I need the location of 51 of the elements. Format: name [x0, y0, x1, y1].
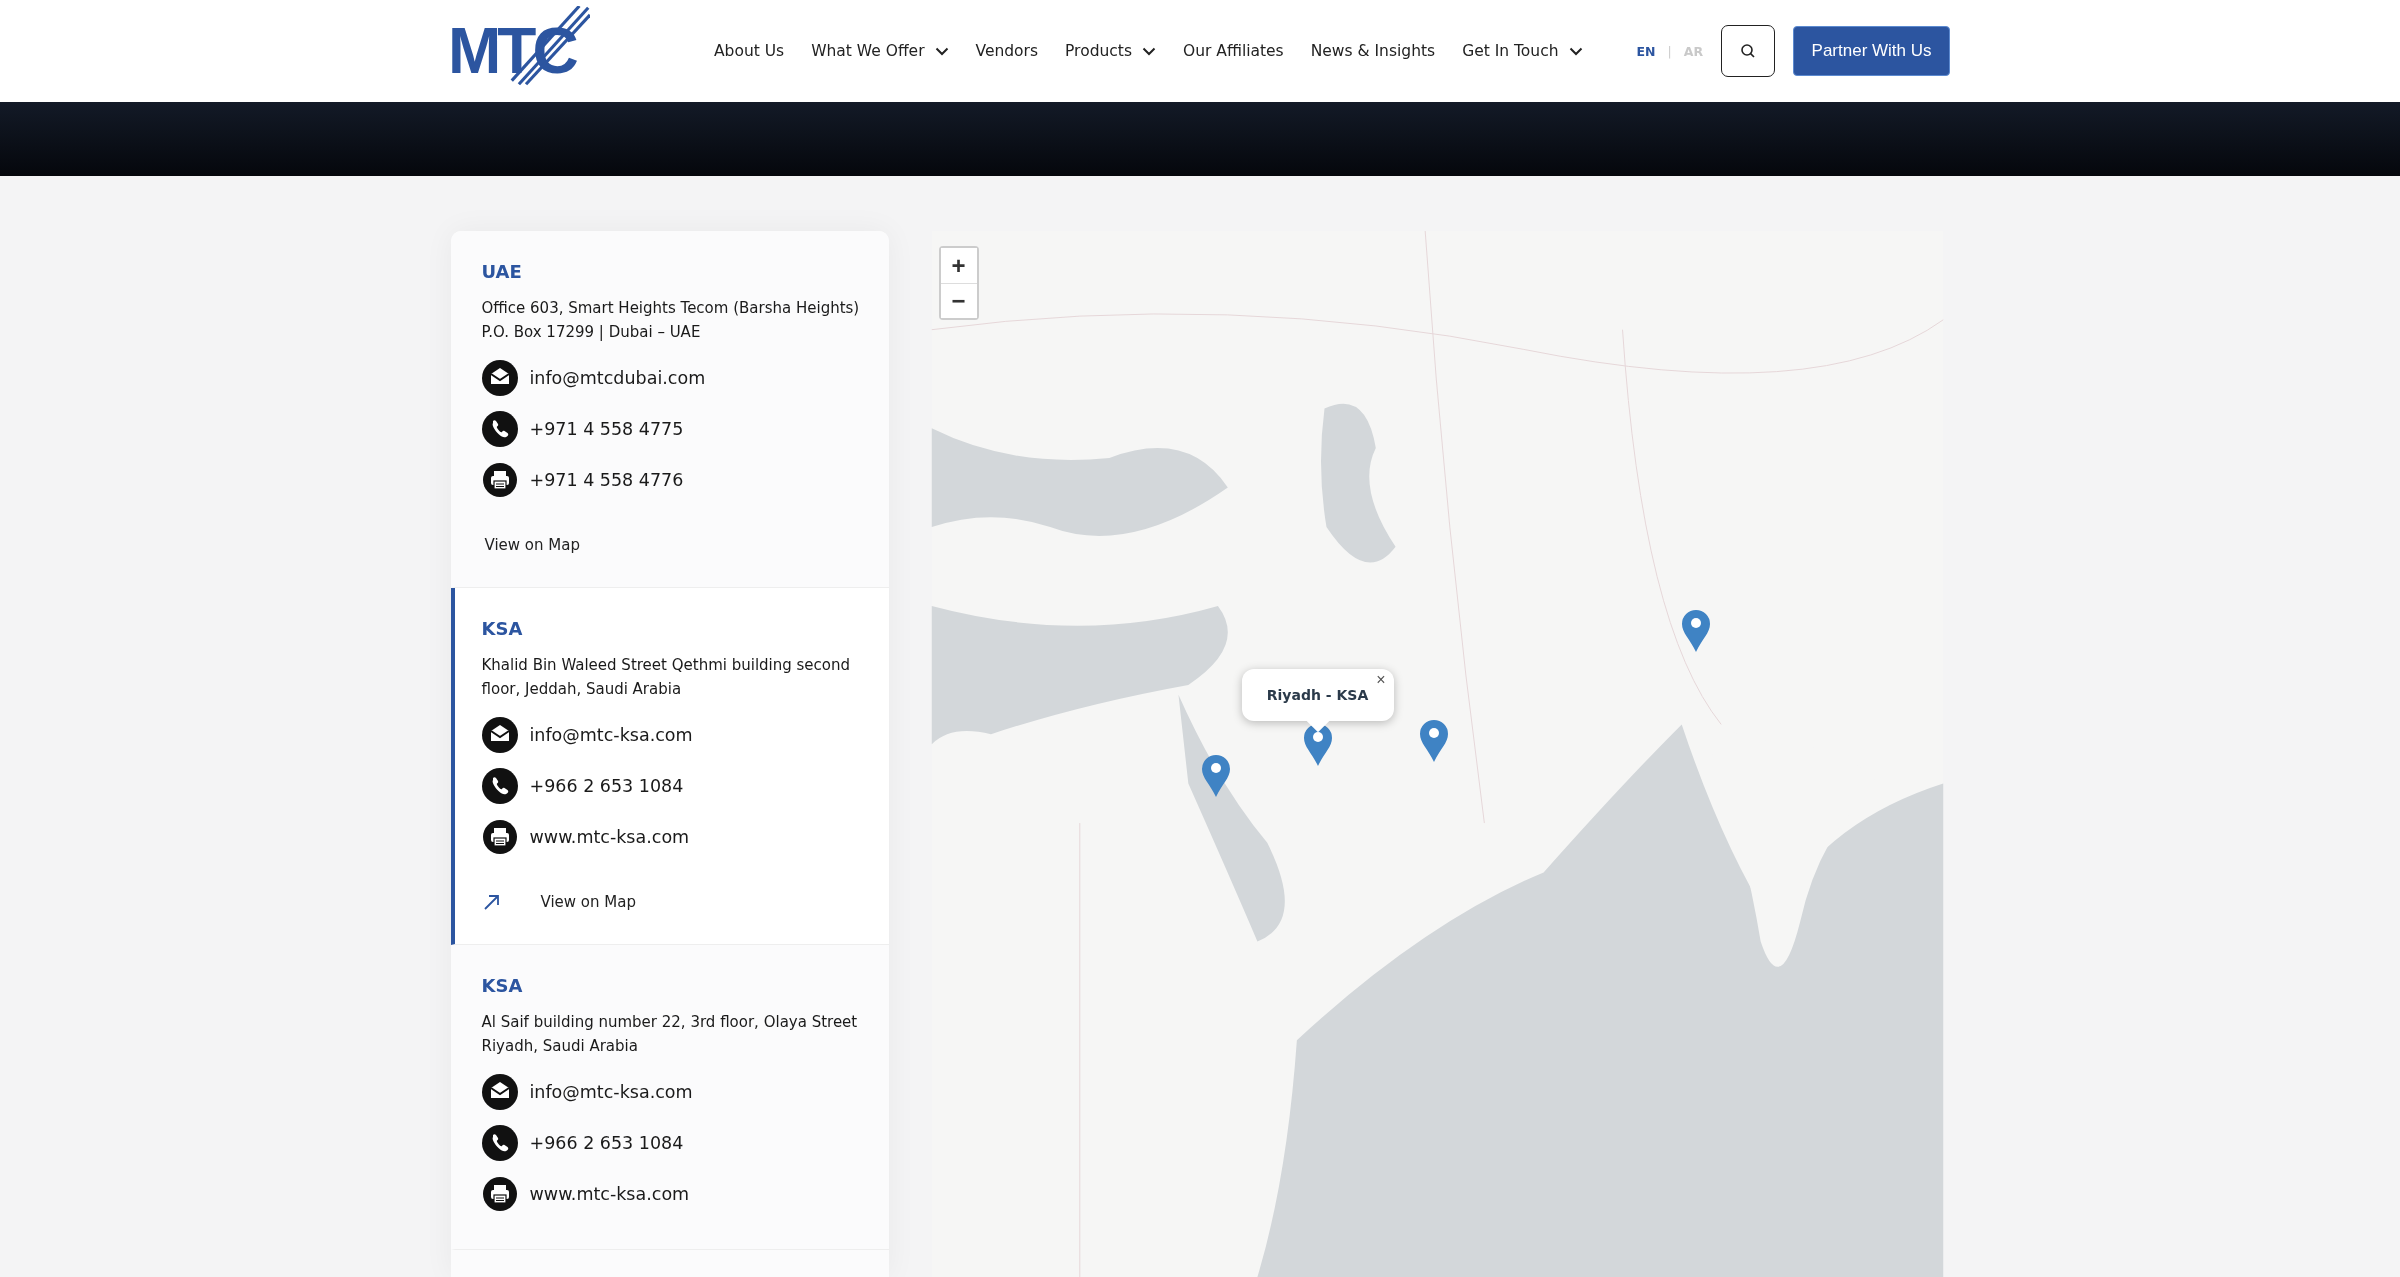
- nav-link[interactable]: What We Offer: [811, 42, 949, 60]
- nav-link[interactable]: Get In Touch: [1462, 42, 1583, 60]
- office-address: Al Saif building number 22, 3rd floor, Olaya Street Riyadh, Saudi Arabia: [481, 1012, 859, 1057]
- view-on-map-link[interactable]: View on Map: [540, 893, 636, 911]
- office-country: KSA: [481, 618, 524, 639]
- map-pin-icon[interactable]: [1200, 754, 1231, 798]
- printer-icon: [481, 818, 518, 855]
- contact-text: +966 2 653 1084: [529, 775, 684, 796]
- contact-text: info@mtc-ksa.com: [529, 1081, 693, 1102]
- printer-icon: [481, 461, 518, 498]
- office-card[interactable]: KSA Al Saif building number 22, 3rd floor, Olaya Street Riyadh, Saudi Arabia info@mtc-ksa.com +966 2 653 1084 www.mtc-ksa.com: [450, 945, 889, 1250]
- search-icon: [1740, 43, 1757, 59]
- contact-text: www.mtc-ksa.com: [529, 1183, 690, 1204]
- chevron-down-icon: [1568, 46, 1583, 56]
- office-country: KSA: [481, 975, 524, 996]
- office-address: Office 603, Smart Heights Tecom (Barsha Heights) P.O. Box 17299 | Dubai – UAE: [481, 298, 861, 343]
- envelope-icon: [481, 1073, 518, 1110]
- close-button[interactable]: ×: [1376, 671, 1386, 689]
- chevron-down-icon: [1142, 46, 1156, 56]
- popup-title: Riyadh - KSA: [1266, 687, 1369, 703]
- map-pin-icon[interactable]: [1302, 723, 1333, 767]
- office-card[interactable]: UAE Office 603, Smart Heights Tecom (Barsha Heights) P.O. Box 17299 | Dubai – UAE info@mtcdubai.com +971 4 558 4775 +971 4 558 4776 View on Map: [450, 231, 889, 588]
- language-link[interactable]: EN: [1636, 43, 1656, 59]
- contact-text: +971 4 558 4776: [529, 469, 684, 490]
- contact-text: info@mtc-ksa.com: [529, 724, 693, 745]
- map-pin-icon[interactable]: [1418, 719, 1449, 763]
- contact-text: +971 4 558 4775: [529, 418, 684, 439]
- phone-icon: [481, 410, 518, 447]
- office-card[interactable]: KSA Khalid Bin Waleed Street Qethmi building second floor, Jeddah, Saudi Arabia info@mtc-ksa.com +966 2 653 1084 www.mtc-ksa.com View on Map: [450, 588, 889, 945]
- printer-icon: [481, 1175, 518, 1212]
- contact-text: info@mtcdubai.com: [529, 367, 706, 388]
- zoom-out-button[interactable]: −: [940, 283, 977, 318]
- envelope-icon: [481, 716, 518, 753]
- phone-icon: [481, 767, 518, 804]
- nav-link[interactable]: Products: [1065, 42, 1156, 60]
- nav-link[interactable]: Vendors: [975, 42, 1039, 60]
- separator: |: [1667, 43, 1672, 59]
- nav-link[interactable]: About Us: [714, 42, 785, 60]
- nav-link[interactable]: Our Affiliates: [1183, 42, 1284, 60]
- office-country: UAE: [481, 261, 523, 282]
- phone-icon: [481, 1124, 518, 1161]
- chevron-down-icon: [934, 46, 949, 56]
- view-on-map-link[interactable]: View on Map: [484, 536, 580, 554]
- map-pin-icon[interactable]: [1680, 609, 1711, 653]
- office-address: Khalid Bin Waleed Street Qethmi building second floor, Jeddah, Saudi Arabia: [481, 655, 852, 700]
- envelope-icon: [481, 359, 518, 396]
- contact-text: +966 2 653 1084: [529, 1132, 684, 1153]
- nav-link[interactable]: News & Insights: [1310, 42, 1436, 60]
- search-button[interactable]: [1721, 25, 1776, 77]
- contact-text: www.mtc-ksa.com: [529, 826, 690, 847]
- partner-button[interactable]: Partner With Us: [1793, 26, 1951, 76]
